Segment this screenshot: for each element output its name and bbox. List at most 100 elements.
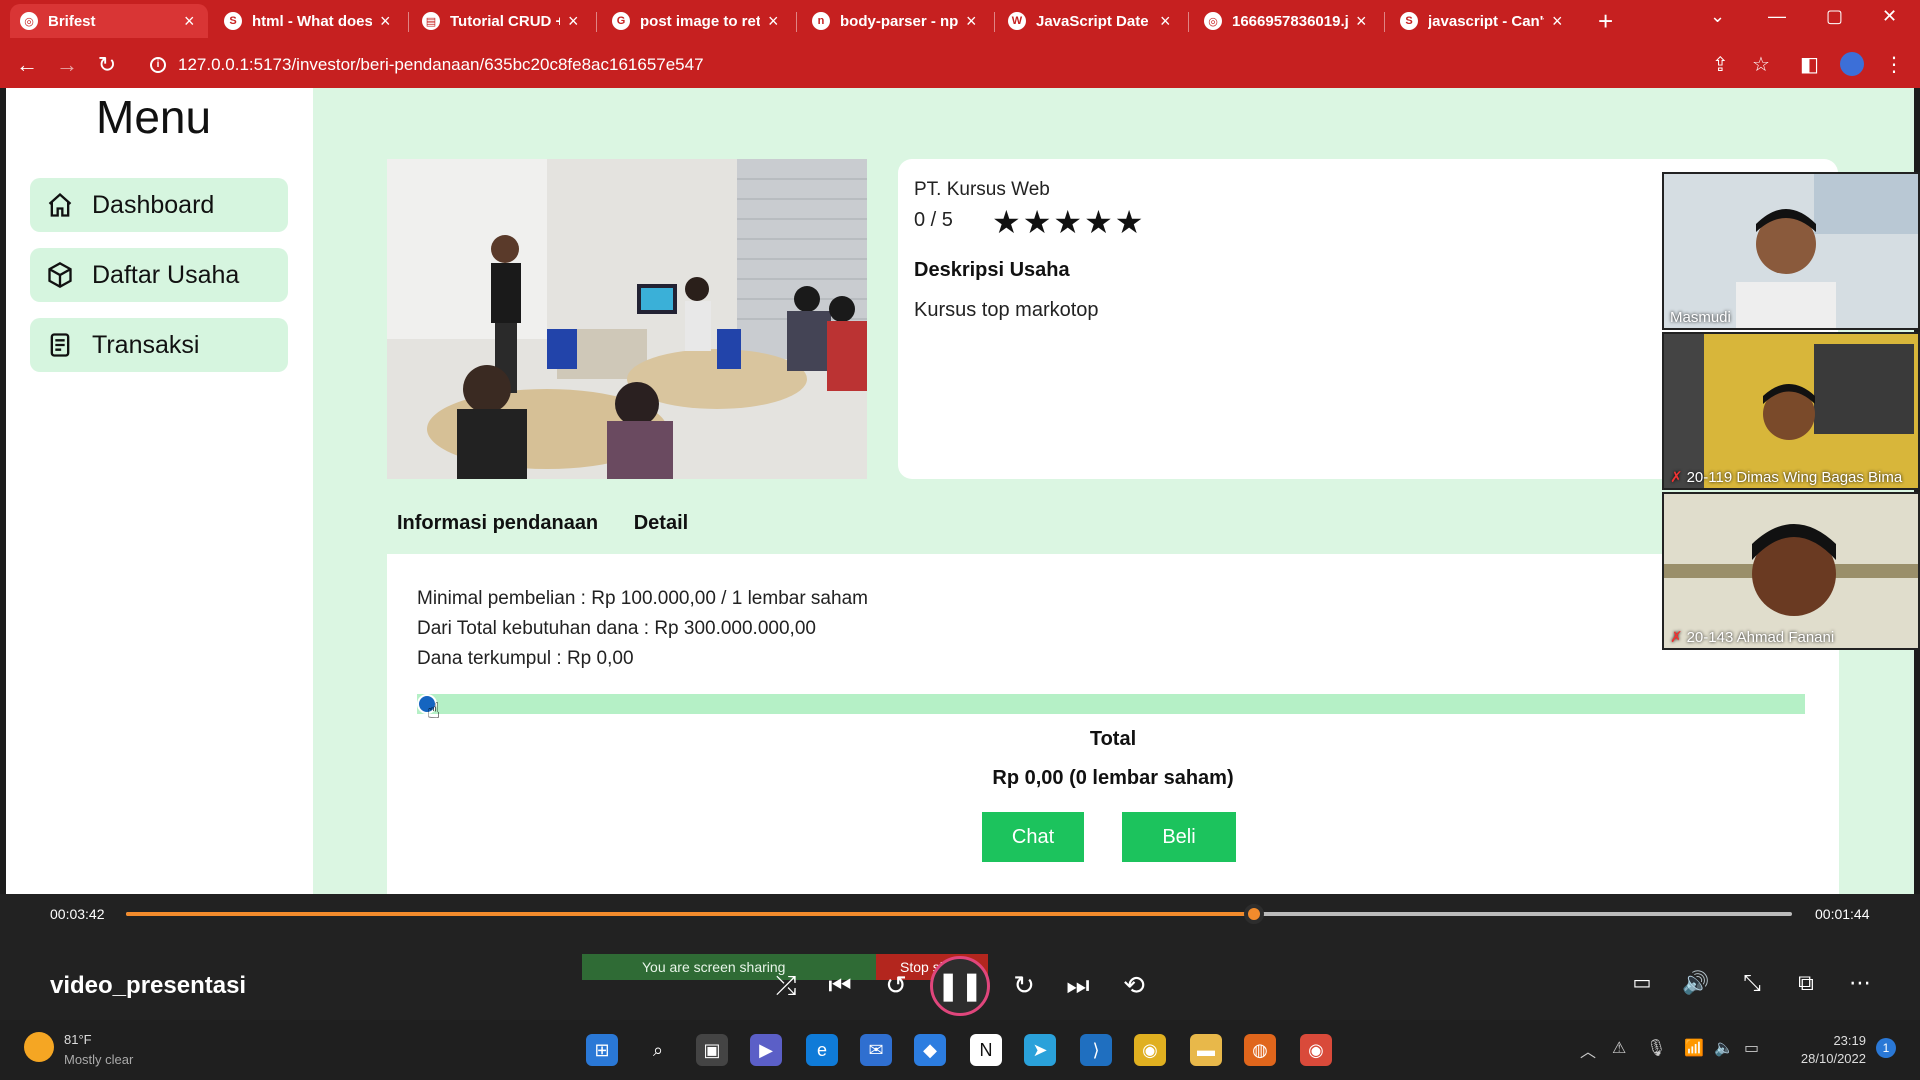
maximize-icon[interactable]: ▢: [1826, 6, 1843, 27]
total-need-text: Dari Total kebutuhan dana : Rp 300.000.0…: [417, 618, 816, 639]
tab-html-what-does[interactable]: S html - What does ×: [214, 4, 404, 38]
tab-brifest[interactable]: ◎ Brifest ×: [10, 4, 208, 38]
tab-post-image[interactable]: G post image to ret ×: [602, 4, 792, 38]
media-player-controls: 00:03:42 00:01:44 video_presentasi You a…: [0, 894, 1920, 1020]
screen: ◎ Brifest × S html - What does × ▤ Tutor…: [0, 0, 1920, 1080]
close-icon[interactable]: ×: [1356, 12, 1370, 30]
close-window-icon[interactable]: ✕: [1882, 6, 1897, 27]
vscode-icon[interactable]: ⟩: [1080, 1034, 1112, 1066]
wifi-icon[interactable]: 📶: [1684, 1038, 1704, 1058]
share-quantity-slider[interactable]: ☝: [417, 694, 1805, 723]
new-tab-plus-icon[interactable]: +: [1598, 6, 1613, 37]
participant-tile-masmudi[interactable]: Masmudi: [1662, 172, 1920, 330]
tab-image-file[interactable]: ◎ 1666957836019.j ×: [1194, 4, 1380, 38]
screen-sharing-text: You are screen sharing: [642, 959, 786, 975]
search-icon[interactable]: ⌕: [642, 1034, 674, 1066]
profile-avatar[interactable]: [1840, 52, 1864, 76]
minimize-icon[interactable]: —: [1768, 6, 1786, 27]
edge-icon[interactable]: e: [806, 1034, 838, 1066]
sidebar-item-daftar-usaha[interactable]: Daftar Usaha: [30, 248, 288, 302]
close-icon[interactable]: ×: [184, 12, 198, 30]
tab-body-parser[interactable]: n body-parser - np ×: [802, 4, 990, 38]
tab-informasi-pendanaan[interactable]: Informasi pendanaan: [397, 512, 598, 534]
mini-player-icon[interactable]: ⧉: [1786, 970, 1826, 996]
clock-date: 28/10/2022: [1800, 1051, 1866, 1066]
dropbox-icon[interactable]: ◆: [914, 1034, 946, 1066]
shuffle-icon[interactable]: ⤮: [766, 970, 806, 1002]
telegram-icon[interactable]: ➤: [1024, 1034, 1056, 1066]
seek-bar[interactable]: [126, 904, 1792, 924]
notion-icon[interactable]: N: [970, 1034, 1002, 1066]
chrome-icon[interactable]: ◉: [1134, 1034, 1166, 1066]
share-icon[interactable]: ⇪: [1712, 52, 1729, 77]
back-arrow-icon[interactable]: ←: [12, 50, 42, 80]
close-icon[interactable]: ×: [1552, 12, 1566, 30]
globe-icon: ◎: [1204, 12, 1222, 30]
participant-name: 20-143 Ahmad Fanani: [1686, 629, 1835, 646]
seek-bar-knob[interactable]: [1243, 904, 1264, 924]
previous-track-icon[interactable]: ⏮: [820, 970, 860, 1002]
sidebar-item-dashboard[interactable]: Dashboard: [30, 178, 288, 232]
participant-tile-dimas[interactable]: ✗ 20-119 Dimas Wing Bagas Bima: [1662, 332, 1920, 490]
weather-moon-icon[interactable]: [24, 1032, 54, 1062]
stackoverflow-icon: S: [1400, 12, 1418, 30]
file-explorer-icon[interactable]: ▬: [1190, 1034, 1222, 1066]
tab-label: Brifest: [48, 12, 96, 30]
repeat-off-icon[interactable]: ⟲: [1114, 970, 1154, 1001]
globe-icon: ◎: [20, 12, 38, 30]
close-icon[interactable]: ×: [768, 12, 782, 30]
close-icon[interactable]: ×: [1160, 12, 1174, 30]
tab-javascript-cant[interactable]: S javascript - Can't ×: [1390, 4, 1576, 38]
more-options-icon[interactable]: ⋯: [1840, 970, 1880, 996]
elapsed-time: 00:03:42: [50, 906, 105, 922]
volume-icon[interactable]: 🔊: [1676, 970, 1716, 996]
teams-icon[interactable]: ▶: [750, 1034, 782, 1066]
firefox-icon[interactable]: ◍: [1244, 1034, 1276, 1066]
tab-detail[interactable]: Detail: [634, 512, 688, 534]
battery-icon[interactable]: ▭: [1744, 1038, 1759, 1058]
microphone-icon[interactable]: 🎙: [1646, 1038, 1666, 1058]
kebab-menu-icon[interactable]: ⋮: [1884, 52, 1904, 77]
chat-button[interactable]: Chat: [982, 812, 1084, 862]
subtitles-icon[interactable]: ▭: [1622, 970, 1662, 995]
participant-tile-ahmad[interactable]: ✗ 20-143 Ahmad Fanani: [1662, 492, 1920, 650]
tab-search-chevron-icon[interactable]: ⌄: [1710, 6, 1725, 27]
tab-javascript-date[interactable]: W JavaScript Date g ×: [998, 4, 1184, 38]
sidebar-item-transaksi[interactable]: Transaksi: [30, 318, 288, 372]
url-text: 127.0.0.1:5173/investor/beri-pendanaan/6…: [178, 55, 704, 74]
box-icon: [48, 261, 72, 289]
url-field[interactable]: i 127.0.0.1:5173/investor/beri-pendanaan…: [140, 50, 1740, 80]
site-info-icon[interactable]: i: [150, 57, 166, 73]
tray-chevron-icon[interactable]: ︿: [1580, 1038, 1596, 1062]
forward-30-icon[interactable]: ↻: [1004, 970, 1044, 1001]
side-panel-icon[interactable]: ◧: [1800, 52, 1819, 77]
buy-button[interactable]: Beli: [1122, 812, 1236, 862]
bookmark-star-icon[interactable]: ☆: [1752, 52, 1770, 77]
tab-tutorial-crud[interactable]: ▤ Tutorial CRUD + ×: [412, 4, 592, 38]
forward-arrow-icon[interactable]: →: [52, 50, 82, 80]
mail-icon[interactable]: ✉: [860, 1034, 892, 1066]
chrome-canary-icon[interactable]: ◉: [1300, 1034, 1332, 1066]
network-error-icon[interactable]: ⚠: [1612, 1038, 1626, 1058]
speaker-icon[interactable]: 🔈: [1714, 1038, 1734, 1058]
funding-panel: Minimal pembelian : Rp 100.000,00 / 1 le…: [387, 554, 1839, 894]
document-icon: [50, 333, 70, 357]
close-icon[interactable]: ×: [966, 12, 980, 30]
notification-icon[interactable]: 1: [1876, 1038, 1896, 1058]
next-track-icon[interactable]: ⏭: [1058, 970, 1098, 1002]
mic-off-icon: ✗: [1670, 469, 1683, 486]
start-windows-icon[interactable]: ⊞: [586, 1034, 618, 1066]
task-view-icon[interactable]: ▣: [696, 1034, 728, 1066]
system-clock[interactable]: 23:19 28/10/2022: [1801, 1032, 1866, 1068]
pause-button[interactable]: ❚❚: [930, 956, 990, 1016]
participant-name-row: ✗ 20-143 Ahmad Fanani: [1670, 628, 1834, 646]
mic-off-icon: ✗: [1670, 629, 1683, 646]
w3schools-icon: W: [1008, 12, 1026, 30]
reload-icon[interactable]: ↻: [92, 50, 122, 80]
npm-icon: n: [812, 12, 830, 30]
close-icon[interactable]: ×: [568, 12, 582, 30]
exit-fullscreen-icon[interactable]: ⤡: [1732, 970, 1772, 996]
tab-separator: [994, 12, 995, 32]
rewind-10-icon[interactable]: ↺: [876, 970, 916, 1001]
close-icon[interactable]: ×: [380, 12, 394, 30]
